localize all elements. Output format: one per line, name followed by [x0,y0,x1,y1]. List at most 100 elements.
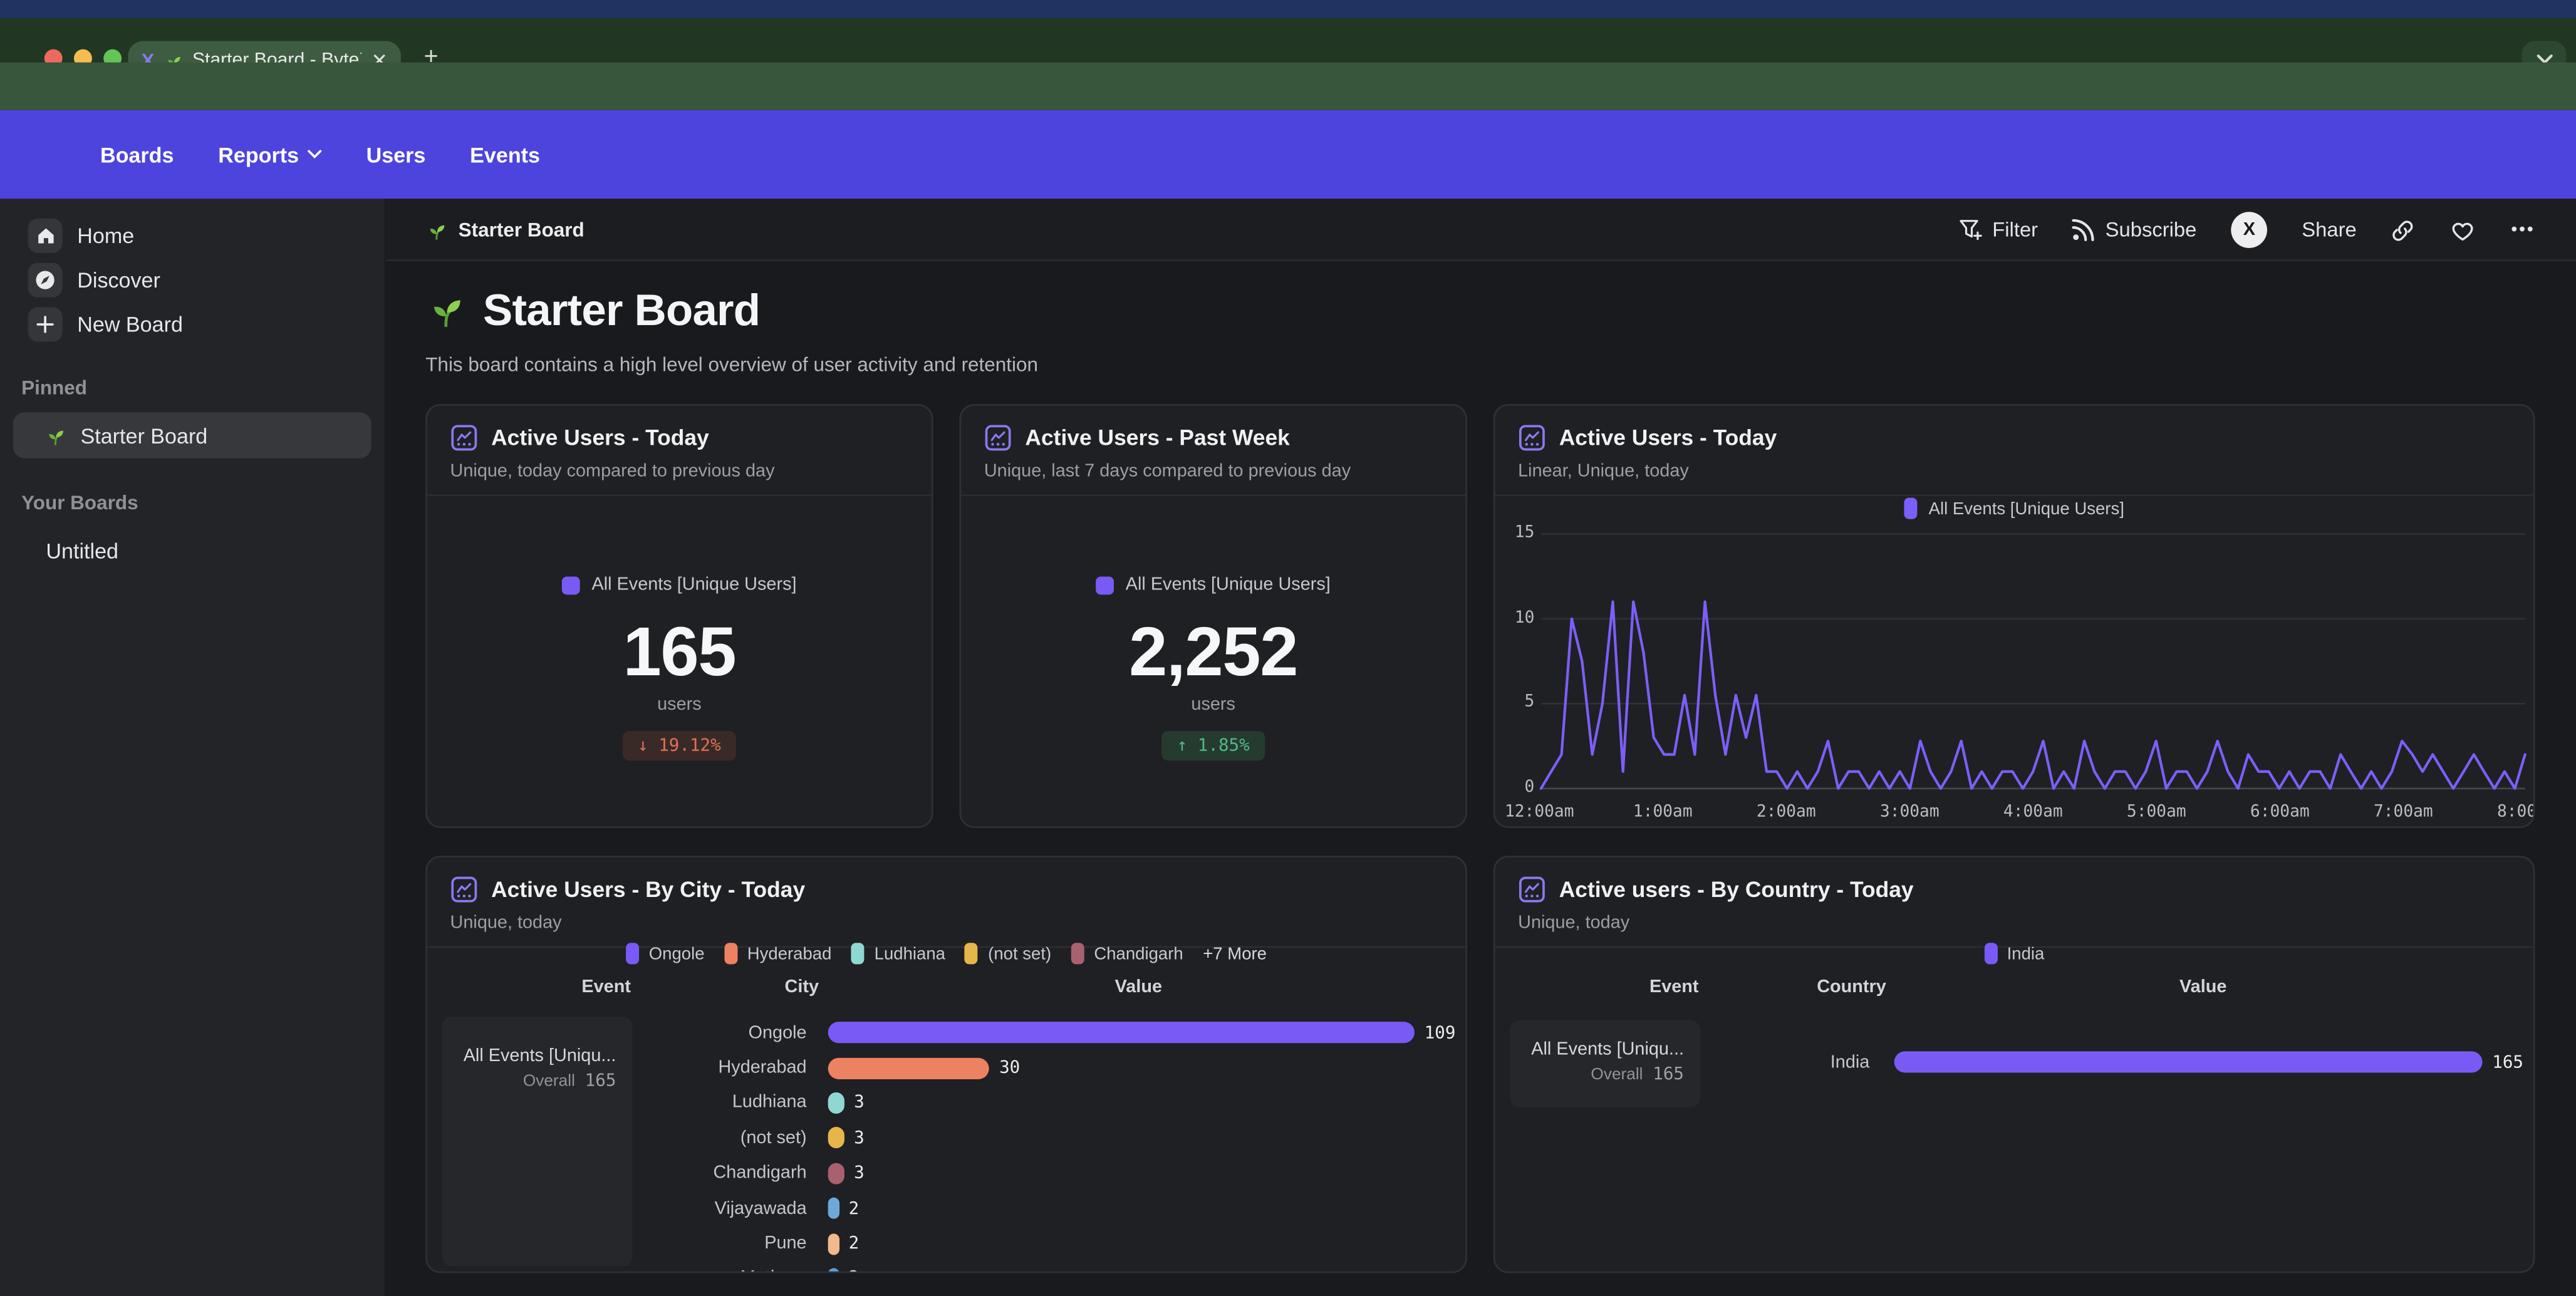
bar-category-label: (not set) [633,1128,828,1148]
overall-value: 165 [585,1071,616,1091]
bar-row[interactable]: India165 [1700,1045,2523,1080]
card-active-users-by-country[interactable]: Active users - By Country - Today Unique… [1493,856,2535,1273]
x-tick-label: 7:00am [2374,803,2433,821]
page-title: Starter Board [483,284,760,337]
line-chart[interactable] [1539,527,2527,797]
legend-chip [724,943,737,964]
bar[interactable] [828,1268,839,1273]
kpi-unit: users [427,694,932,713]
bar-row[interactable]: Vijayawada2 [633,1191,1456,1226]
legend-more[interactable]: +7 More [1203,944,1267,963]
bar-row[interactable]: Hyderabad30 [633,1050,1456,1086]
legend: All Events [Unique Users] [1096,575,1331,594]
legend-item[interactable]: Chandigarh [1071,943,1183,964]
legend-label: Ongole [649,944,705,963]
sidebar-item-discover[interactable]: Discover [13,258,371,303]
copy-link-icon[interactable] [2391,217,2416,242]
bar-category-label: Hyderabad [633,1058,828,1077]
report-icon [1518,876,1546,904]
legend-item[interactable]: Ongole [626,943,705,964]
bar[interactable] [828,1198,839,1219]
card-active-users-today[interactable]: Active Users - Today Unique, today compa… [425,404,933,828]
overall-label: Overall [523,1072,575,1091]
legend-item[interactable]: Hyderabad [724,943,831,964]
breadcrumb[interactable]: Starter Board [425,199,584,261]
bar[interactable] [828,1128,844,1149]
bar-value: 2 [849,1269,860,1273]
chevron-down-icon [307,150,322,160]
card-active-users-by-city[interactable]: Active Users - By City - Today Unique, t… [425,856,1467,1273]
legend-item[interactable]: India [1984,943,2044,964]
bar-value: 109 [1425,1023,1456,1042]
bar-row[interactable]: Ludhiana3 [633,1086,1456,1121]
divider [1495,494,2533,496]
legend-item[interactable]: (not set) [965,943,1051,964]
sidebar-item-home[interactable]: Home [13,214,371,258]
workspace: Home Discover New Board Pinned Starter B… [0,199,2576,1296]
report-icon [450,424,479,452]
x-tick-label: 1:00am [1633,803,1693,821]
sidebar: Home Discover New Board Pinned Starter B… [0,199,386,1296]
legend-chip [851,943,865,964]
legend: All Events [Unique Users] [562,575,796,594]
card-title: Active users - By Country - Today [1559,877,1914,901]
bar[interactable] [1894,1052,2483,1073]
bar-row[interactable]: Ongole109 [633,1015,1456,1050]
nav-users[interactable]: Users [366,142,426,167]
sidebar-item-new-board[interactable]: New Board [13,303,371,347]
nav-events[interactable]: Events [470,142,540,167]
funnel-plus-icon [1958,219,1982,242]
card-active-users-past-week[interactable]: Active Users - Past Week Unique, last 7 … [960,404,1467,828]
bar[interactable] [828,1163,844,1184]
bar[interactable] [828,1022,1415,1044]
collaborator-avatar[interactable]: X [2231,212,2267,248]
card-subtitle: Unique, today [1518,913,1629,933]
event-cell[interactable]: All Events [Uniqu... Overall 165 [1510,1020,1700,1107]
favorite-heart-icon[interactable] [2450,219,2476,242]
bar[interactable] [828,1233,839,1254]
delta-badge: ↓ 19.12% [623,730,735,760]
board-toolbar: Starter Board Filter Subscribe X Share [386,199,2576,261]
x-tick-label: 5:00am [2127,803,2186,821]
pinned-section-header: Pinned [21,376,87,400]
browser-tab-bar: X Starter Board - ByteXL Tec ✕ + [0,18,2576,63]
legend-item[interactable]: Ludhiana [851,943,945,964]
column-header-event: Event [581,977,631,997]
share-button[interactable]: Share [2302,219,2356,242]
app-top-nav: X Boards Reports Users Events ? ByteXL T… [0,110,2576,199]
event-cell[interactable]: All Events [Uniqu... Overall 165 [442,1017,632,1267]
legend-label: Ludhiana [875,944,945,963]
legend-chip [1096,576,1114,594]
board-actions: Filter Subscribe X Share ••• [1958,199,2535,261]
nav-reports[interactable]: Reports [218,142,322,167]
more-options-icon[interactable]: ••• [2511,220,2535,239]
nav-boards[interactable]: Boards [100,142,174,167]
bar-value: 3 [854,1093,865,1112]
bar[interactable] [828,1092,844,1114]
legend-chip [562,576,580,594]
x-tick-label: 8:00am [2497,803,2535,821]
compass-icon [28,263,63,298]
report-icon [450,876,479,904]
column-header-value: Value [2179,977,2226,997]
seedling-icon [44,425,66,446]
bar[interactable] [828,1057,990,1079]
bar-value: 2 [849,1234,860,1253]
subscribe-button[interactable]: Subscribe [2072,219,2196,242]
sidebar-item-starter-board[interactable]: Starter Board [13,412,371,458]
card-active-users-line-chart[interactable]: Active Users - Today Linear, Unique, tod… [1493,404,2535,828]
card-title: Active Users - Today [491,425,709,450]
bar-row[interactable]: Chandigarh3 [633,1156,1456,1191]
filter-button[interactable]: Filter [1958,219,2038,242]
bar-rows: India165 [1700,1045,2523,1080]
rss-icon [2072,219,2096,242]
delta-badge: ↑ 1.85% [1162,730,1264,760]
report-icon [1518,424,1546,452]
card-subtitle: Unique, today compared to previous day [450,462,775,481]
kpi-value: 165 [427,613,932,689]
bar-value: 165 [2492,1052,2523,1072]
bar-row[interactable]: (not set)3 [633,1121,1456,1156]
bar-row[interactable]: Pune2 [633,1226,1456,1261]
bar-row[interactable]: Mathura2 [633,1261,1456,1273]
sidebar-item-untitled[interactable]: Untitled [13,529,371,573]
